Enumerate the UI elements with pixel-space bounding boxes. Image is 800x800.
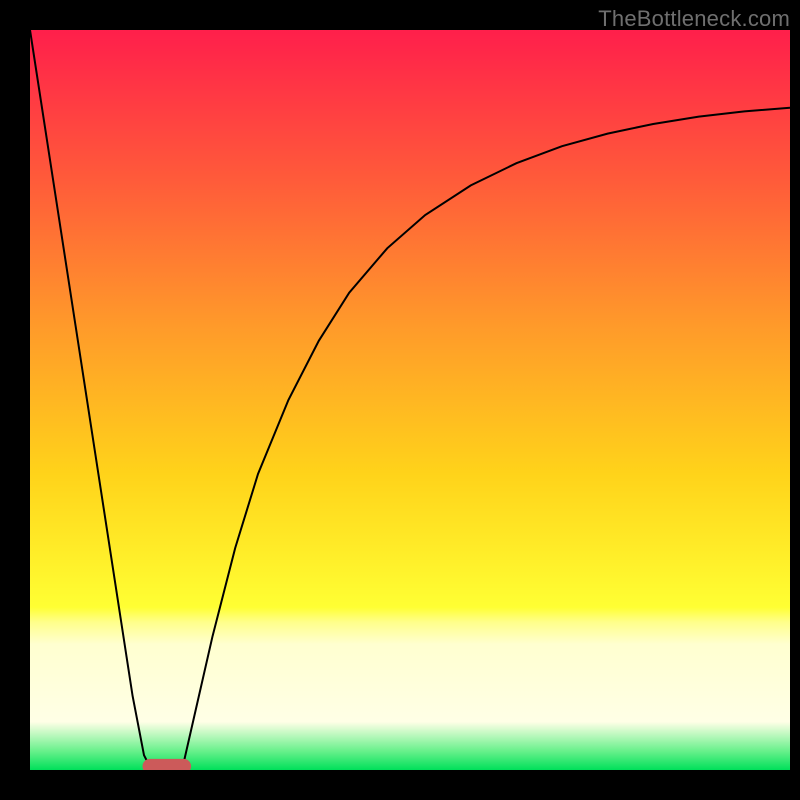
chart-frame: TheBottleneck.com	[0, 0, 800, 800]
chart-svg	[30, 30, 790, 770]
plot-area	[30, 30, 790, 770]
watermark-text: TheBottleneck.com	[598, 6, 790, 32]
valley-marker	[142, 759, 191, 770]
gradient-background	[30, 30, 790, 770]
